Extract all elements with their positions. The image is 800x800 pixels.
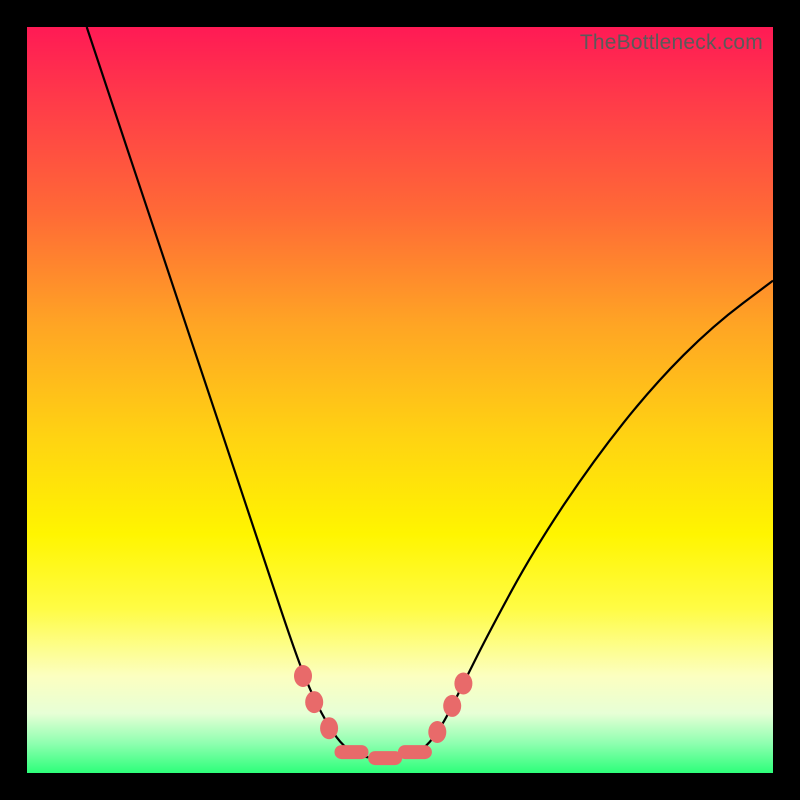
bottleneck-curve-line xyxy=(87,27,773,758)
curve-markers xyxy=(294,665,472,765)
curve-marker xyxy=(320,717,338,739)
curve-marker xyxy=(305,691,323,713)
curve-marker xyxy=(428,721,446,743)
curve-marker xyxy=(294,665,312,687)
curve-marker xyxy=(443,695,461,717)
plot-area: TheBottleneck.com xyxy=(27,27,773,773)
curve-marker xyxy=(368,751,402,765)
chart-frame: TheBottleneck.com xyxy=(0,0,800,800)
curve-marker xyxy=(335,745,369,759)
curve-marker xyxy=(454,673,472,695)
curve-marker xyxy=(398,745,432,759)
bottleneck-curve-svg xyxy=(27,27,773,773)
